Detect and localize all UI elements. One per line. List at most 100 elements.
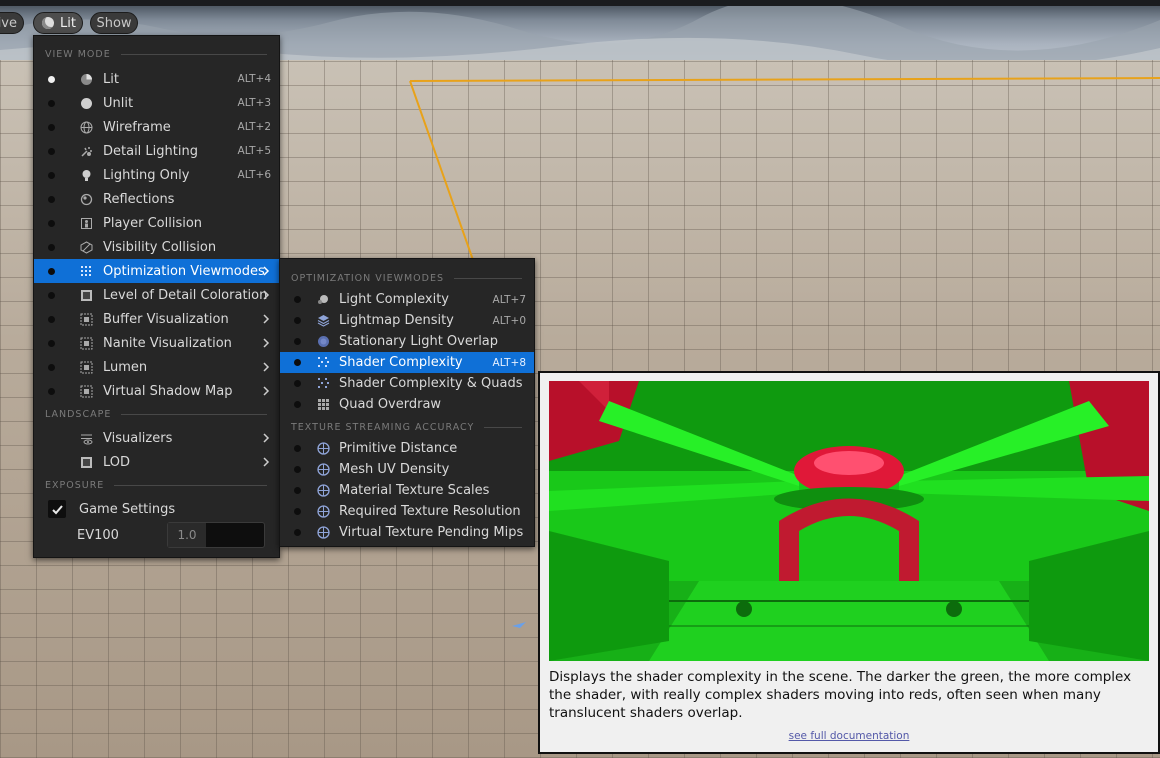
section-texture-streaming-accuracy: TEXTURE STREAMING ACCURACY bbox=[280, 420, 534, 434]
chevron-right-icon bbox=[263, 266, 270, 276]
submenu-item-label: Primitive Distance bbox=[339, 441, 458, 456]
menu-item-label: Wireframe bbox=[103, 119, 171, 135]
shader-complexity-preview-image bbox=[549, 381, 1149, 661]
chevron-right-icon bbox=[263, 386, 270, 396]
shortcut-label: ALT+2 bbox=[237, 121, 271, 133]
show-label: Show bbox=[96, 15, 132, 31]
submenu-item-label: Stationary Light Overlap bbox=[339, 334, 499, 349]
radio-bullet bbox=[48, 195, 55, 203]
menu-item-label: Unlit bbox=[103, 95, 134, 111]
perspective-label: tive bbox=[0, 15, 17, 31]
submenu-item-label: Mesh UV Density bbox=[339, 462, 450, 477]
shader-complexity-tooltip: Displays the shader complexity in the sc… bbox=[538, 371, 1160, 754]
submenu-item-material-texture-scales[interactable]: Material Texture Scales bbox=[280, 480, 534, 501]
radio-bullet bbox=[48, 147, 55, 155]
submenu-item-label: Light Complexity bbox=[339, 292, 449, 307]
shortcut-label: ALT+3 bbox=[237, 97, 271, 109]
menu-item-visualizers[interactable]: Visualizers bbox=[34, 426, 279, 450]
submenu-item-light-complexity[interactable]: Light Complexity ALT+7 bbox=[280, 289, 534, 310]
radio-bullet bbox=[294, 466, 301, 473]
menu-item-optimization-viewmodes[interactable]: Optimization Viewmodes bbox=[34, 259, 279, 283]
submenu-item-label: Shader Complexity bbox=[339, 355, 463, 370]
menu-item-game-settings[interactable]: Game Settings bbox=[34, 497, 279, 521]
shader-quads-icon bbox=[317, 377, 330, 390]
tooltip-description: Displays the shader complexity in the sc… bbox=[549, 669, 1132, 721]
section-label: VIEW MODE bbox=[45, 48, 111, 60]
shortcut-label: ALT+6 bbox=[237, 169, 271, 181]
menu-item-wireframe[interactable]: Wireframe ALT+2 bbox=[34, 115, 279, 139]
reflections-icon bbox=[80, 193, 93, 206]
submenu-item-virtual-texture-pending-mips[interactable]: Virtual Texture Pending Mips bbox=[280, 522, 534, 543]
submenu-item-quad-overdraw[interactable]: Quad Overdraw bbox=[280, 394, 534, 415]
menu-item-label: Virtual Shadow Map bbox=[103, 383, 233, 399]
view-mode-menu: VIEW MODE Lit ALT+4 Unlit ALT+3 Wirefram… bbox=[33, 35, 280, 558]
light-complexity-icon bbox=[317, 293, 330, 306]
menu-item-lumen[interactable]: Lumen bbox=[34, 355, 279, 379]
documentation-link[interactable]: see full documentation bbox=[540, 730, 1158, 742]
visibility-collision-icon bbox=[80, 240, 93, 254]
checkmark-icon bbox=[51, 504, 63, 514]
shortcut-label: ALT+8 bbox=[492, 356, 526, 369]
buffer-icon bbox=[80, 313, 93, 326]
menu-item-label: Level of Detail Coloration bbox=[103, 287, 268, 303]
section-label: TEXTURE STREAMING ACCURACY bbox=[291, 421, 475, 433]
lightmap-density-icon bbox=[317, 314, 330, 327]
menu-item-nanite-visualization[interactable]: Nanite Visualization bbox=[34, 331, 279, 355]
menu-item-label: Reflections bbox=[103, 191, 175, 207]
submenu-item-label: Lightmap Density bbox=[339, 313, 454, 328]
visualizers-icon bbox=[80, 432, 93, 445]
lod-icon bbox=[80, 456, 93, 469]
submenu-item-label: Shader Complexity & Quads bbox=[339, 376, 523, 391]
perspective-button[interactable]: tive bbox=[0, 12, 24, 34]
unlit-sphere-icon bbox=[80, 97, 93, 110]
lightbulb-icon bbox=[80, 169, 93, 182]
menu-item-lighting-only[interactable]: Lighting Only ALT+6 bbox=[34, 163, 279, 187]
radio-bullet bbox=[48, 387, 55, 395]
submenu-item-shader-complexity[interactable]: Shader Complexity ALT+8 bbox=[280, 352, 534, 373]
menu-item-label: Visibility Collision bbox=[103, 239, 217, 255]
submenu-item-lightmap-density[interactable]: Lightmap Density ALT+0 bbox=[280, 310, 534, 331]
menu-item-unlit[interactable]: Unlit ALT+3 bbox=[34, 91, 279, 115]
submenu-item-primitive-distance[interactable]: Primitive Distance bbox=[280, 438, 534, 459]
submenu-item-stationary-light-overlap[interactable]: Stationary Light Overlap bbox=[280, 331, 534, 352]
shader-complexity-icon bbox=[317, 356, 330, 369]
radio-bullet bbox=[48, 219, 55, 227]
submenu-item-shader-complexity-quads[interactable]: Shader Complexity & Quads bbox=[280, 373, 534, 394]
ev100-row: EV100 1.0 bbox=[34, 520, 279, 550]
radio-bullet bbox=[48, 99, 55, 107]
menu-item-visibility-collision[interactable]: Visibility Collision bbox=[34, 235, 279, 259]
menu-item-detail-lighting[interactable]: Detail Lighting ALT+5 bbox=[34, 139, 279, 163]
radio-bullet bbox=[48, 315, 55, 323]
menu-item-label: Optimization Viewmodes bbox=[103, 263, 265, 279]
radio-bullet bbox=[48, 171, 55, 179]
submenu-item-required-texture-resolution[interactable]: Required Texture Resolution bbox=[280, 501, 534, 522]
radio-bullet bbox=[48, 243, 55, 251]
ev100-input[interactable]: 1.0 bbox=[167, 522, 265, 548]
menu-item-buffer-visualization[interactable]: Buffer Visualization bbox=[34, 307, 279, 331]
menu-item-reflections[interactable]: Reflections bbox=[34, 187, 279, 211]
optimization-viewmodes-submenu: OPTIMIZATION VIEWMODES Light Complexity … bbox=[279, 258, 535, 547]
radio-bullet bbox=[294, 487, 301, 494]
menu-item-lod[interactable]: LOD bbox=[34, 450, 279, 474]
radio-bullet bbox=[294, 529, 301, 536]
radio-bullet bbox=[48, 339, 55, 347]
menu-item-lod-coloration[interactable]: Level of Detail Coloration bbox=[34, 283, 279, 307]
menu-item-player-collision[interactable]: Player Collision bbox=[34, 211, 279, 235]
lit-sphere-icon bbox=[42, 17, 54, 29]
submenu-item-label: Material Texture Scales bbox=[339, 483, 490, 498]
ev100-label: EV100 bbox=[77, 527, 119, 543]
submenu-item-mesh-uv-density[interactable]: Mesh UV Density bbox=[280, 459, 534, 480]
menu-item-label: Lighting Only bbox=[103, 167, 190, 183]
radio-bullet bbox=[294, 296, 301, 303]
radio-bullet bbox=[294, 359, 301, 366]
radio-bullet bbox=[294, 445, 301, 452]
crosshair-icon bbox=[317, 526, 330, 539]
game-settings-checkbox[interactable] bbox=[48, 500, 66, 518]
menu-item-lit[interactable]: Lit ALT+4 bbox=[34, 67, 279, 91]
view-mode-button[interactable]: Lit bbox=[33, 12, 83, 34]
lumen-icon bbox=[80, 361, 93, 374]
show-button[interactable]: Show bbox=[90, 12, 138, 34]
chevron-right-icon bbox=[263, 457, 270, 467]
menu-item-label: LOD bbox=[103, 454, 131, 470]
menu-item-virtual-shadow-map[interactable]: Virtual Shadow Map bbox=[34, 379, 279, 403]
